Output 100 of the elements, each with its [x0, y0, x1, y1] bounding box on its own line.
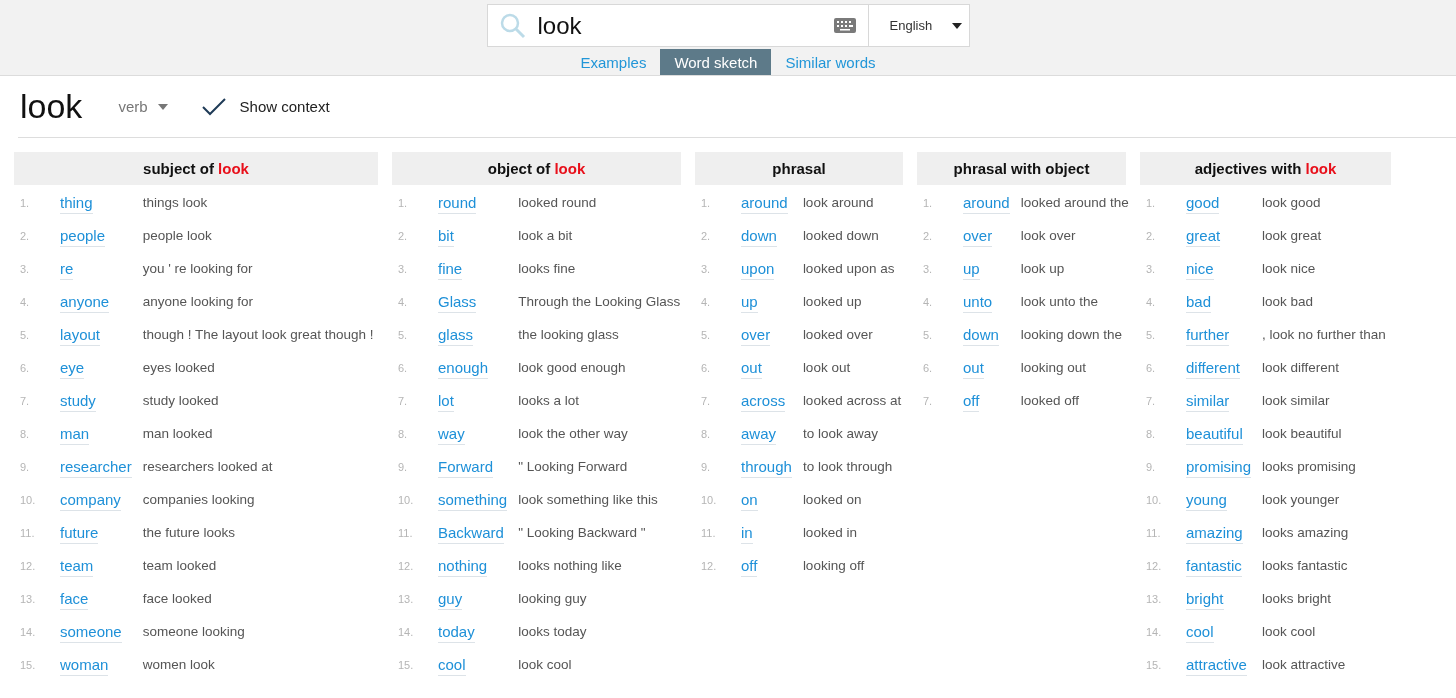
- collocate-link[interactable]: team: [60, 555, 94, 577]
- example-text: looks nothing like: [518, 557, 623, 575]
- collocate-link[interactable]: further: [1186, 324, 1230, 346]
- collocate-link[interactable]: bad: [1186, 291, 1212, 313]
- example-text: looking down the: [1020, 326, 1124, 344]
- example-text: looks amazing: [1262, 524, 1350, 542]
- collocate-link[interactable]: up: [963, 258, 980, 280]
- collocate-link[interactable]: out: [741, 357, 762, 379]
- keyboard-icon[interactable]: [833, 18, 856, 33]
- collocate-link[interactable]: guy: [438, 588, 463, 610]
- collocate-link[interactable]: unto: [963, 291, 993, 313]
- collocate-link[interactable]: off: [741, 555, 758, 577]
- example-text: study looked: [142, 392, 220, 410]
- tab[interactable]: Word sketch: [660, 49, 772, 75]
- collocate-link[interactable]: bright: [1186, 588, 1224, 610]
- search-field[interactable]: look: [486, 4, 869, 47]
- collocate-link[interactable]: upon: [741, 258, 775, 280]
- language-dropdown[interactable]: English: [868, 4, 970, 47]
- collocate-link[interactable]: around: [963, 192, 1010, 214]
- collocate-link[interactable]: people: [60, 225, 106, 247]
- example-text: researchers looked at: [142, 458, 274, 476]
- tab[interactable]: Similar words: [771, 49, 890, 75]
- rank-number: 1.: [1145, 196, 1157, 211]
- collocate-link[interactable]: man: [60, 423, 90, 445]
- collocate-link[interactable]: something: [438, 489, 508, 511]
- column-header: phrasal with object: [917, 152, 1126, 185]
- collocate-link[interactable]: woman: [60, 654, 109, 676]
- collocate-link[interactable]: around: [741, 192, 788, 214]
- collocate-link[interactable]: glass: [438, 324, 474, 346]
- example-text: looking out: [1020, 359, 1088, 377]
- collocate-link[interactable]: on: [741, 489, 758, 511]
- collocate-link[interactable]: Backward: [438, 522, 504, 544]
- collocate-link[interactable]: researcher: [60, 456, 132, 478]
- rank-number: 4.: [1145, 295, 1157, 310]
- collocate-link[interactable]: in: [741, 522, 753, 544]
- collocate-link[interactable]: future: [60, 522, 99, 544]
- example-text: looks bright: [1262, 590, 1333, 608]
- collocate-link[interactable]: great: [1186, 225, 1221, 247]
- example-text: though ! The layout look great though !: [142, 326, 375, 344]
- collocate-link[interactable]: cool: [438, 654, 466, 676]
- collocate-link[interactable]: across: [741, 390, 786, 412]
- collocate-link[interactable]: company: [60, 489, 121, 511]
- headword: look: [20, 87, 83, 126]
- collocate-link[interactable]: today: [438, 621, 475, 643]
- collocate-link[interactable]: study: [60, 390, 96, 412]
- example-text: look the other way: [518, 425, 629, 443]
- collocate-link[interactable]: nothing: [438, 555, 488, 577]
- collocate-link[interactable]: cool: [1186, 621, 1214, 643]
- tab[interactable]: Examples: [566, 49, 661, 75]
- collocate-link[interactable]: thing: [60, 192, 93, 214]
- collocate-link[interactable]: similar: [1186, 390, 1230, 412]
- collocate-link[interactable]: up: [741, 291, 758, 313]
- collocate-link[interactable]: Forward: [438, 456, 493, 478]
- collocate-link[interactable]: down: [963, 324, 999, 346]
- collocate-link[interactable]: bit: [438, 225, 454, 247]
- collocate-link[interactable]: amazing: [1186, 522, 1243, 544]
- search-input[interactable]: look: [535, 10, 834, 41]
- example-text: look up: [1020, 260, 1066, 278]
- collocate-link[interactable]: someone: [60, 621, 122, 643]
- collocate-link[interactable]: over: [741, 324, 771, 346]
- example-text: the looking glass: [518, 326, 620, 344]
- collocate-link[interactable]: promising: [1186, 456, 1252, 478]
- collocate-link[interactable]: away: [741, 423, 777, 445]
- collocate-link[interactable]: way: [438, 423, 465, 445]
- show-context-label[interactable]: Show context: [239, 98, 330, 115]
- rank-number: 8.: [19, 427, 31, 442]
- example-text: look different: [1262, 359, 1341, 377]
- collocate-link[interactable]: young: [1186, 489, 1227, 511]
- collocate-link[interactable]: eye: [60, 357, 85, 379]
- collocate-link[interactable]: off: [963, 390, 980, 412]
- collocate-link[interactable]: through: [741, 456, 792, 478]
- collocate-link[interactable]: round: [438, 192, 477, 214]
- collocate-link[interactable]: Glass: [438, 291, 477, 313]
- collocate-link[interactable]: over: [963, 225, 993, 247]
- collocate-link[interactable]: lot: [438, 390, 454, 412]
- collocate-link[interactable]: re: [60, 258, 74, 280]
- collocate-link[interactable]: nice: [1186, 258, 1214, 280]
- collocate-link[interactable]: out: [963, 357, 984, 379]
- rank-number: 2.: [922, 229, 934, 244]
- collocate-link[interactable]: face: [60, 588, 89, 610]
- example-text: looked up: [802, 293, 863, 311]
- collocate-link[interactable]: attractive: [1186, 654, 1247, 676]
- rank-number: 6.: [700, 361, 712, 376]
- rank-number: 11.: [700, 526, 717, 541]
- collocate-link[interactable]: fine: [438, 258, 463, 280]
- example-text: looks fantastic: [1262, 557, 1349, 575]
- collocate-link[interactable]: good: [1186, 192, 1220, 214]
- example-text: look great: [1262, 227, 1323, 245]
- rank-number: 3.: [397, 262, 409, 277]
- rank-number: 5.: [397, 328, 409, 343]
- part-of-speech-dropdown[interactable]: verb: [118, 98, 168, 115]
- collocate-link[interactable]: enough: [438, 357, 489, 379]
- collocate-link[interactable]: different: [1186, 357, 1240, 379]
- rank-number: 6.: [922, 361, 934, 376]
- collocate-link[interactable]: layout: [60, 324, 101, 346]
- collocate-link[interactable]: beautiful: [1186, 423, 1243, 445]
- checkmark-icon[interactable]: [201, 97, 226, 116]
- collocate-link[interactable]: fantastic: [1186, 555, 1242, 577]
- collocate-link[interactable]: down: [741, 225, 777, 247]
- collocate-link[interactable]: anyone: [60, 291, 110, 313]
